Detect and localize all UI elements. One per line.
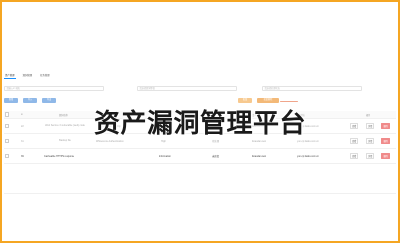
cell-level: Information (159, 154, 171, 158)
delete-button-cell: 删除 (381, 149, 391, 163)
view-button-cell: 详情 (366, 149, 375, 163)
level-select[interactable]: 请选择漏洞等级 (137, 86, 237, 91)
arrow-annotation (280, 100, 298, 102)
edit-button-cell: 查看 (350, 149, 359, 163)
cell-owner: lixiaodan.test (252, 154, 266, 158)
checkbox[interactable] (5, 153, 10, 159)
cell-status: 未修复 (212, 155, 220, 158)
view-button[interactable]: 详情 (366, 152, 375, 160)
status-select[interactable]: 请选择处理状态 (262, 86, 362, 91)
table-row[interactable]: 39 Cacheable HTTPS response Information … (4, 149, 396, 164)
tab-bar: 资产管理 漏洞管理 任务管理 (4, 73, 51, 79)
cell-asset: yun.cp.baidu.com.cn (297, 154, 319, 158)
cell-name: Cacheable HTTPS response (44, 154, 75, 158)
tab-tasks[interactable]: 任务管理 (39, 73, 51, 79)
row-select (5, 149, 10, 163)
cell-id: 39 (21, 154, 24, 158)
tab-vulns[interactable]: 漏洞管理 (22, 73, 34, 79)
search-input[interactable]: 请输入IP/域名 (4, 86, 104, 91)
filter-bar: 请输入IP/域名 请选择漏洞等级 请选择处理状态 (4, 86, 396, 92)
delete-button[interactable]: 删除 (381, 153, 391, 159)
edit-button[interactable]: 查看 (350, 152, 359, 160)
overlay-title: 资产漏洞管理平台 (93, 109, 306, 139)
horizontal-scrollbar[interactable] (4, 193, 396, 194)
tab-assets[interactable]: 资产管理 (4, 73, 16, 79)
